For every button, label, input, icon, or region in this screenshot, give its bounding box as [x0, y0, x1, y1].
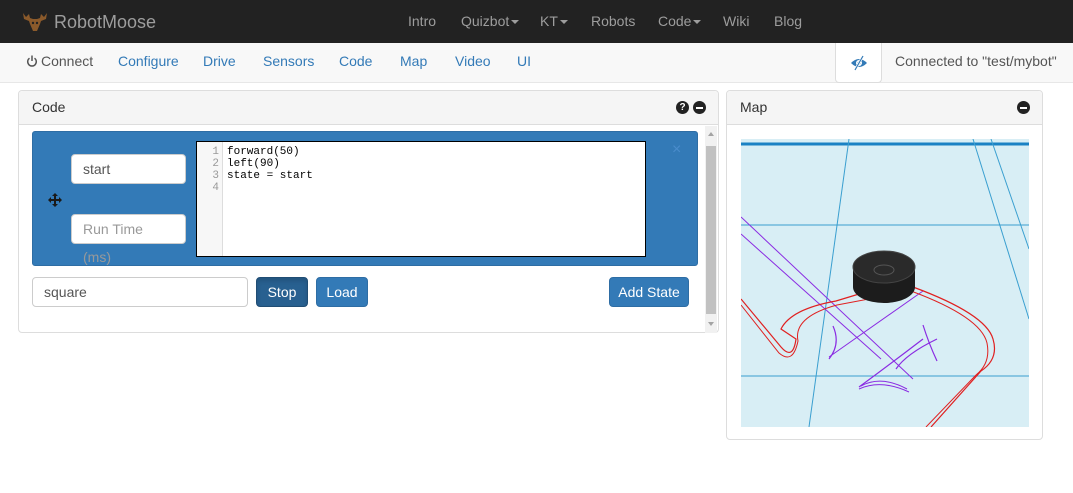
drive-link[interactable]: Drive — [203, 53, 236, 69]
brand-name: RobotMoose — [54, 11, 157, 32]
minus-bar — [1020, 107, 1027, 109]
brand-link[interactable]: RobotMoose — [20, 9, 156, 35]
eye-slash-icon — [850, 54, 867, 71]
robot-path-line — [741, 286, 996, 427]
minus-circle-icon[interactable] — [1017, 101, 1030, 114]
editor-gutter: 1 2 3 4 — [197, 142, 223, 256]
caret-down-icon — [511, 20, 520, 25]
robot-path-line — [741, 290, 989, 427]
line-number: 4 — [212, 182, 219, 194]
connect-link[interactable]: Connect — [26, 53, 93, 69]
line-number: 1 — [212, 146, 219, 158]
code-line: state = start — [227, 170, 313, 182]
state-name-input[interactable]: start — [71, 154, 186, 184]
caret-down-icon — [693, 20, 702, 25]
code-editor[interactable]: 1 2 3 4 forward(50) left(90) state = sta… — [196, 141, 646, 257]
nav-robots[interactable]: Robots — [591, 13, 635, 29]
power-icon — [27, 55, 37, 67]
nav-intro[interactable]: Intro — [408, 13, 436, 29]
map-grid-line — [808, 139, 850, 427]
code-line: left(90) — [227, 158, 280, 170]
map-canvas[interactable] — [741, 139, 1029, 427]
stop-button[interactable]: Stop — [256, 277, 308, 307]
robot-subnav: Connect Configure Drive Sensors Code Map… — [0, 43, 1073, 83]
map-panel: Map — [726, 90, 1043, 440]
map-drawing — [741, 139, 1029, 427]
moose-icon — [23, 13, 47, 31]
nav-kt-label: KT — [540, 13, 558, 29]
remove-state-close-icon[interactable]: × — [672, 142, 681, 158]
nav-wiki[interactable]: Wiki — [723, 13, 749, 29]
robot-path-line — [858, 338, 938, 388]
runtime-input[interactable]: Run Time (ms) — [71, 214, 186, 265]
nav-quizbot-label: Quizbot — [461, 13, 510, 29]
line-number: 3 — [212, 170, 219, 182]
code-line: forward(50) — [227, 146, 300, 158]
add-state-button[interactable]: Add State — [609, 277, 689, 307]
sensors-link[interactable]: Sensors — [263, 53, 314, 69]
nav-blog[interactable]: Blog — [774, 13, 802, 29]
nav-code-label: Code — [658, 13, 692, 29]
robot-path-line — [858, 380, 910, 393]
load-button[interactable]: Load — [316, 277, 368, 307]
line-number: 2 — [212, 158, 219, 170]
question-circle-icon[interactable]: ? — [676, 101, 689, 114]
map-panel-title: Map — [740, 99, 768, 115]
nav-code[interactable]: Code — [658, 13, 702, 29]
map-panel-heading: Map — [727, 91, 1042, 125]
code-link[interactable]: Code — [339, 53, 372, 69]
robot-path-line — [828, 324, 938, 362]
scroll-up-arrow[interactable] — [708, 132, 714, 136]
robot-body-top — [852, 250, 916, 284]
video-link[interactable]: Video — [455, 53, 491, 69]
code-panel-title: Code — [32, 99, 66, 115]
nav-quizbot[interactable]: Quizbot — [461, 13, 520, 29]
program-name-input[interactable]: square — [32, 277, 248, 307]
map-link[interactable]: Map — [400, 53, 427, 69]
move-arrows-icon[interactable] — [48, 193, 62, 207]
ui-link[interactable]: UI — [517, 53, 531, 69]
connect-label: Connect — [41, 53, 94, 69]
caret-down-icon — [559, 20, 568, 25]
configure-link[interactable]: Configure — [118, 53, 179, 69]
top-navbar: RobotMoose Intro Quizbot KT Robots Code … — [0, 0, 1073, 43]
minus-circle-icon[interactable] — [693, 101, 706, 114]
nav-kt[interactable]: KT — [540, 13, 568, 29]
minus-bar — [696, 107, 703, 109]
state-block: start Run Time (ms) 1 2 3 4 forward(50) … — [32, 131, 698, 266]
scroll-down-arrow[interactable] — [708, 322, 714, 326]
connection-status: Connected to "test/mybot" — [895, 53, 1057, 69]
visibility-toggle-button[interactable] — [835, 43, 882, 83]
map-grid-line — [990, 139, 1029, 250]
code-panel-heading: Code ? — [19, 91, 718, 125]
map-grid-line — [972, 139, 1029, 320]
code-scrollbar[interactable] — [705, 126, 717, 333]
scroll-thumb[interactable] — [706, 146, 716, 314]
code-panel: Code ? start Run Time (ms) 1 2 3 4 forwa… — [18, 90, 719, 333]
